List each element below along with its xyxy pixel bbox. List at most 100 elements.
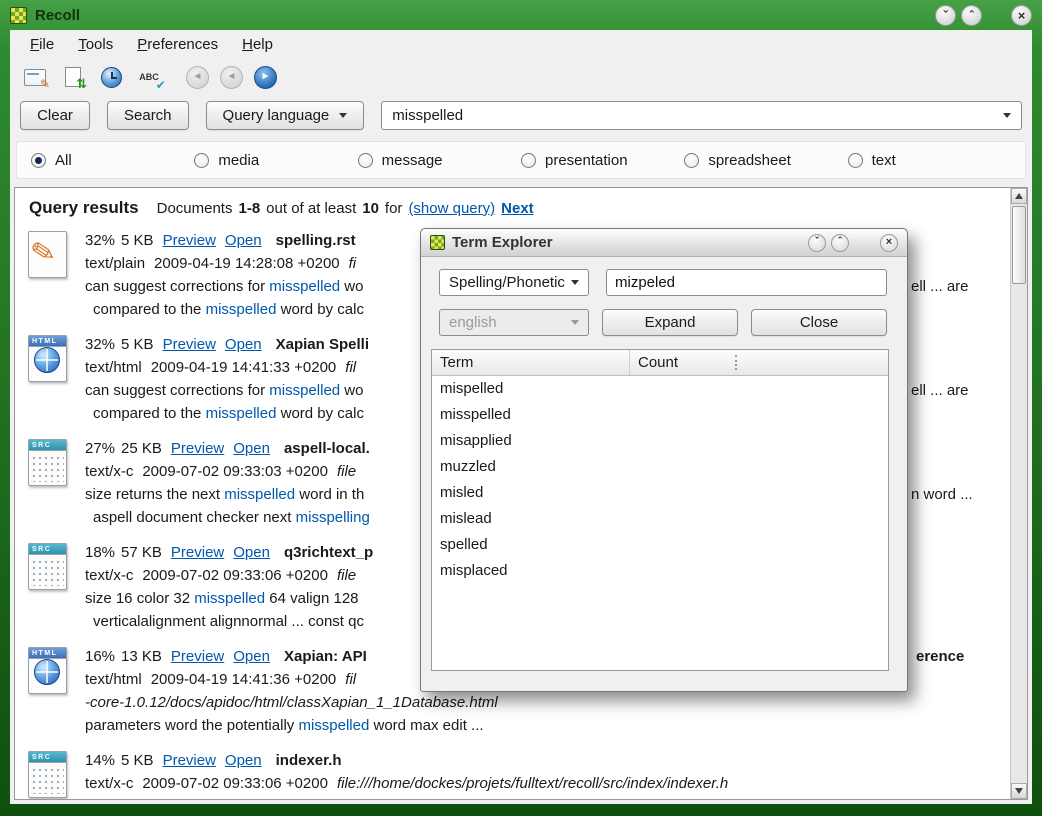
radio-icon xyxy=(31,153,46,168)
menu-item-file[interactable]: File xyxy=(20,33,64,56)
chevron-up-icon: ˆ xyxy=(838,237,842,248)
title-overflow-fragment: erence xyxy=(916,645,964,668)
nav-next-page-button[interactable]: ► xyxy=(254,66,277,89)
preview-link[interactable]: Preview xyxy=(163,232,216,249)
snippet-text: wo xyxy=(340,382,363,399)
open-link[interactable]: Open xyxy=(233,648,270,665)
menu-item-help[interactable]: Help xyxy=(232,33,283,56)
chevron-down-icon: ˇ xyxy=(943,9,947,22)
snippet-text: wo xyxy=(340,278,363,295)
results-scrollbar[interactable] xyxy=(1010,188,1027,799)
count-column-header[interactable]: Count xyxy=(629,350,888,375)
relevance-percent: 16% xyxy=(85,648,115,665)
nav-previous-page-button[interactable]: ◄ xyxy=(220,66,243,89)
preview-link[interactable]: Preview xyxy=(163,752,216,769)
update-index-tool-button[interactable]: ⇅ xyxy=(58,62,88,92)
open-link[interactable]: Open xyxy=(225,232,262,249)
preview-link[interactable]: Preview xyxy=(163,336,216,353)
search-button[interactable]: Search xyxy=(107,101,189,130)
menu-item-preferences[interactable]: Preferences xyxy=(127,33,228,56)
term-explorer-titlebar[interactable]: Term Explorer ˇ ˆ × xyxy=(421,229,907,257)
dots-pattern xyxy=(31,559,64,586)
scroll-up-button[interactable] xyxy=(1011,188,1027,204)
filter-all[interactable]: All xyxy=(31,152,194,169)
dialog-close-button[interactable]: × xyxy=(880,234,898,252)
clear-button[interactable]: Clear xyxy=(20,101,90,130)
filter-label: All xyxy=(55,152,72,169)
dots-pattern xyxy=(31,455,64,482)
unshade-button[interactable]: ˆ xyxy=(961,5,982,26)
preview-link[interactable]: Preview xyxy=(171,440,224,457)
term-row[interactable]: mispelled xyxy=(432,376,888,402)
term-explorer-title: Term Explorer xyxy=(452,234,553,251)
filter-media[interactable]: media xyxy=(194,152,357,169)
close-icon: × xyxy=(1018,9,1026,22)
mime-type: text/x-c xyxy=(85,775,133,792)
doc-url: fil xyxy=(345,359,356,376)
expansion-mode-dropdown[interactable]: Spelling/Phonetic xyxy=(439,269,589,296)
preview-link[interactable]: Preview xyxy=(171,648,224,665)
show-query-link[interactable]: (show query) xyxy=(408,200,495,217)
open-link[interactable]: Open xyxy=(233,440,270,457)
term-row[interactable]: misapplied xyxy=(432,428,888,454)
snippet-text: word in th xyxy=(295,486,364,503)
filter-presentation[interactable]: presentation xyxy=(521,152,684,169)
filter-label: presentation xyxy=(545,152,628,169)
term-cell: misapplied xyxy=(432,428,629,454)
close-dialog-button[interactable]: Close xyxy=(751,309,887,336)
nav-first-page-button[interactable]: ◄ xyxy=(186,66,209,89)
scroll-down-button[interactable] xyxy=(1011,783,1027,799)
chevron-down-icon xyxy=(571,320,579,325)
highlighted-term: misspelled xyxy=(269,278,340,295)
filter-text[interactable]: text xyxy=(848,152,1011,169)
file-size: 5 KB xyxy=(121,336,154,353)
doc-url: fi xyxy=(349,255,357,272)
open-link[interactable]: Open xyxy=(225,336,262,353)
column-resize-grip[interactable] xyxy=(735,355,737,370)
close-window-button[interactable]: × xyxy=(1011,5,1032,26)
clear-search-tool-button[interactable] xyxy=(20,62,50,92)
menu-item-tools[interactable]: Tools xyxy=(68,33,123,56)
window-titlebar[interactable]: Recoll ˇ ˆ × xyxy=(0,0,1042,30)
expand-button[interactable]: Expand xyxy=(602,309,738,336)
src-label: SRC xyxy=(28,543,67,555)
result-snippet: parameters word the potentially misspell… xyxy=(85,714,1001,737)
src-label: SRC xyxy=(28,439,67,451)
scrollbar-thumb[interactable] xyxy=(1012,206,1026,284)
dialog-unshade-button[interactable]: ˆ xyxy=(831,234,849,252)
term-column-header[interactable]: Term xyxy=(432,350,629,375)
preview-link[interactable]: Preview xyxy=(171,544,224,561)
term-row[interactable]: mislead xyxy=(432,506,888,532)
recoll-window: Recoll ˇ ˆ × FileToolsPreferencesHelp ⇅ … xyxy=(0,0,1042,816)
result-body: 14%5 KBPreviewOpenindexer.htext/x-c2009-… xyxy=(85,748,1001,800)
term-table-header[interactable]: Term Count xyxy=(432,350,888,376)
filter-spreadsheet[interactable]: spreadsheet xyxy=(684,152,847,169)
doc-date: 2009-04-19 14:41:33 +0200 xyxy=(151,359,337,376)
spellcheck-tool-button[interactable]: ABC✔ xyxy=(134,62,164,92)
term-row[interactable]: misspelled xyxy=(432,402,888,428)
term-input[interactable] xyxy=(606,269,887,296)
term-table: Term Count mispelledmisspelledmisapplied… xyxy=(431,349,889,671)
dialog-shade-button[interactable]: ˇ xyxy=(808,234,826,252)
toolbar: ⇅ ABC✔ ◄ ◄ ► xyxy=(10,59,1032,95)
filter-message[interactable]: message xyxy=(358,152,521,169)
open-link[interactable]: Open xyxy=(233,544,270,561)
shade-button[interactable]: ˇ xyxy=(935,5,956,26)
snippet-text: word by calc xyxy=(276,301,364,318)
count-cell xyxy=(629,532,888,558)
term-row[interactable]: muzzled xyxy=(432,454,888,480)
filter-row: All mediamessage presentation spreadsheette… xyxy=(16,141,1026,179)
open-link[interactable]: Open xyxy=(225,752,262,769)
term-row[interactable]: misled xyxy=(432,480,888,506)
highlighted-term: misspelled xyxy=(194,590,265,607)
back-arrow-icon: ◄ xyxy=(193,72,203,82)
snippet-text: compared to the xyxy=(93,405,206,422)
documents-label: Documents xyxy=(157,200,233,217)
history-tool-button[interactable] xyxy=(96,62,126,92)
search-query-combobox[interactable]: misspelled xyxy=(381,101,1022,130)
next-page-link[interactable]: Next xyxy=(501,200,534,217)
term-row[interactable]: misplaced xyxy=(432,558,888,584)
query-language-dropdown[interactable]: Query language xyxy=(206,101,365,130)
term-row[interactable]: spelled xyxy=(432,532,888,558)
term-cell: mislead xyxy=(432,506,629,532)
